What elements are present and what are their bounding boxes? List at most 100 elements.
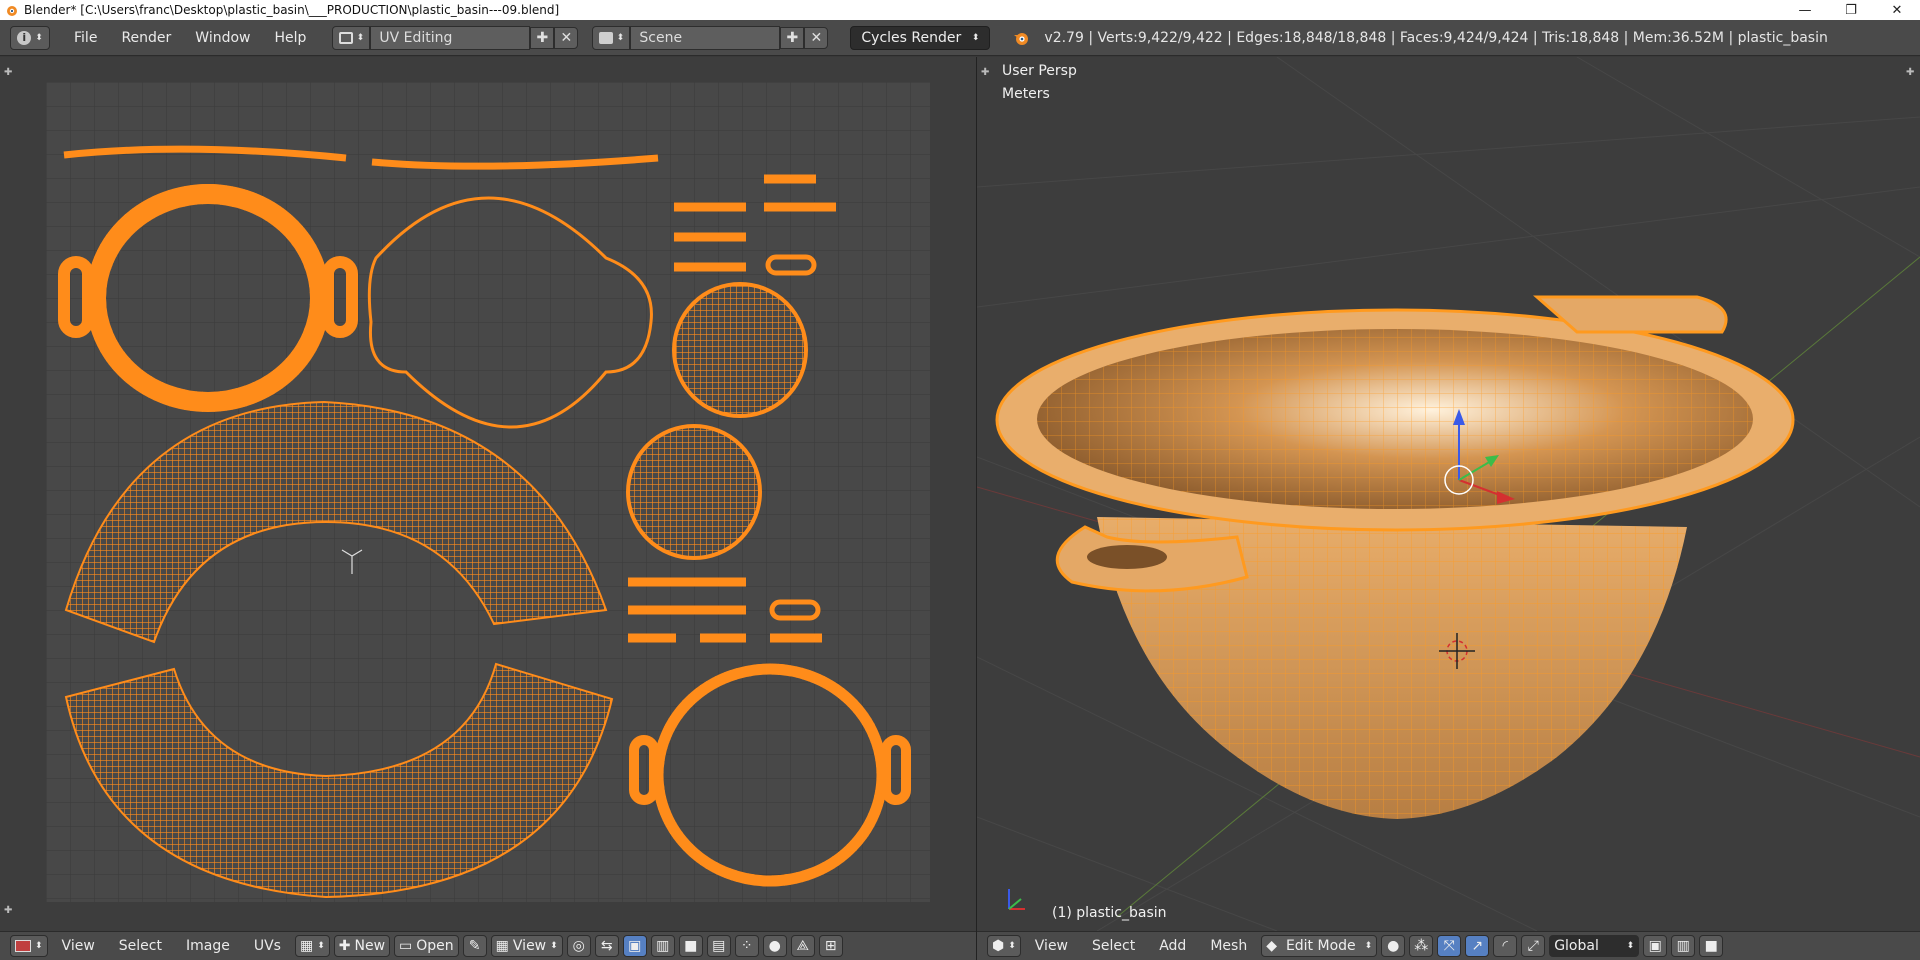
proportional-edit-icon[interactable]: ● (762, 935, 787, 957)
viewport-canvas[interactable] (977, 57, 1920, 931)
island-select-icon[interactable]: ▤ (706, 935, 731, 957)
viewport-shading-icon[interactable]: ● (1381, 935, 1406, 957)
uv-menu-select[interactable]: Select (109, 938, 172, 954)
editor-type-button[interactable]: ⬍ (10, 935, 48, 957)
area-corner-handle[interactable]: ✚ (1906, 67, 1914, 78)
3d-viewport[interactable]: User Persp Meters (1) plastic_basin ✚ ✚ (977, 57, 1920, 931)
folder-icon: ▭ (399, 938, 413, 954)
new-image-label: New (354, 938, 386, 954)
chevron-updown-icon: ⬍ (971, 32, 980, 43)
window-title: Blender* [C:\Users\franc\Desktop\plastic… (24, 3, 560, 17)
vertex-select-icon[interactable]: ▣ (1643, 935, 1668, 957)
image-icon: ▦ (299, 938, 314, 954)
scene-browse[interactable]: ⬍ (592, 25, 631, 50)
area-corner-handle[interactable]: ✚ (4, 67, 12, 78)
add-scene-icon[interactable]: ✚ (780, 26, 805, 49)
edge-select-icon[interactable]: ▥ (1671, 935, 1696, 957)
mode-label: Edit Mode (1285, 938, 1356, 954)
new-image-button[interactable]: ✚ New (333, 935, 391, 957)
scene-selector: ⬍ Scene ✚ ✕ (592, 25, 829, 50)
pivot-point-icon[interactable]: ⁂ (1409, 935, 1434, 957)
chevron-updown-icon: ⬍ (550, 941, 558, 951)
scale-icon[interactable]: ⤢ (1521, 935, 1546, 957)
remove-scene-icon[interactable]: ✕ (804, 26, 829, 49)
editor-type-button[interactable]: i ⬍ (10, 25, 50, 50)
plus-icon: ✚ (338, 938, 351, 954)
edge-select-icon[interactable]: ▥ (650, 935, 675, 957)
scene-icon (598, 31, 613, 44)
blender-logo-icon (1014, 32, 1029, 45)
image-browse-button[interactable]: ▦ ⬍ (294, 935, 330, 957)
cube-icon: ⬢ (992, 938, 1005, 954)
translate-icon[interactable]: ↗ (1465, 935, 1490, 957)
sticky-selection-icon[interactable]: ⁘ (734, 935, 759, 957)
uv-grid-canvas[interactable] (46, 82, 930, 902)
viewport-units: Meters (1002, 86, 1050, 102)
menu-help[interactable]: Help (262, 26, 318, 50)
snap-icon[interactable]: ⟁ (790, 935, 815, 957)
vertex-select-icon[interactable]: ▣ (622, 935, 647, 957)
face-select-icon[interactable]: ■ (1699, 935, 1724, 957)
info-icon: i (17, 30, 32, 45)
rotate-icon[interactable]: ◜ (1493, 935, 1518, 957)
window-titlebar: Blender* [C:\Users\franc\Desktop\plastic… (0, 0, 1920, 20)
manipulator-icon[interactable]: ⤧ (1437, 935, 1462, 957)
uv-island-sphere (672, 282, 808, 418)
screen-layout-name[interactable]: UV Editing (370, 25, 531, 50)
editor-type-button[interactable]: ⬢ ⬍ (987, 935, 1021, 957)
3d-menu-select[interactable]: Select (1082, 938, 1145, 954)
screen-layout-browse[interactable]: ⬍ (332, 25, 371, 50)
uv-editor-header: ⬍ View Select Image UVs ▦ ⬍ ✚ New ▭ Open ✎ … (0, 931, 976, 960)
scene-statistics: v2.79 | Verts:9,422/9,422 | Edges:18,848… (1044, 29, 1828, 46)
render-engine-dropdown[interactable]: Cycles Render ⬍ (850, 25, 991, 50)
edit-mode-icon: ◆ (1266, 938, 1277, 954)
sync-selection-icon[interactable]: ⇆ (594, 935, 619, 957)
viewport-view-name: User Persp (1002, 63, 1077, 79)
uv-view-label: View (512, 938, 547, 954)
pivot-icon[interactable]: ◎ (566, 935, 591, 957)
chevron-updown-icon: ⬍ (35, 32, 43, 43)
chevron-updown-icon: ⬍ (1364, 941, 1373, 951)
remove-screen-icon[interactable]: ✕ (554, 26, 579, 49)
chevron-updown-icon: ⬍ (616, 32, 625, 43)
chevron-updown-icon: ⬍ (317, 941, 325, 951)
chevron-updown-icon: ⬍ (356, 32, 365, 43)
3d-menu-mesh[interactable]: Mesh (1200, 938, 1257, 954)
close-button[interactable]: ✕ (1874, 0, 1920, 20)
maximize-button[interactable]: ❐ (1828, 0, 1874, 20)
mode-dropdown[interactable]: ◆ Edit Mode ⬍ (1261, 935, 1378, 957)
chevron-updown-icon: ⬍ (1626, 941, 1635, 951)
open-image-button[interactable]: ▭ Open (394, 935, 459, 957)
minimize-button[interactable]: — (1782, 0, 1828, 20)
blender-logo-icon (7, 6, 17, 16)
orientation-label: Global (1554, 938, 1599, 954)
chevron-updown-icon: ⬍ (35, 941, 43, 951)
image-editor-icon (15, 940, 31, 952)
scene-name[interactable]: Scene (630, 25, 781, 50)
screen-layout-selector: ⬍ UV Editing ✚ ✕ (332, 25, 579, 50)
layout-grid-icon (338, 31, 353, 44)
area-corner-handle[interactable]: ✚ (981, 67, 989, 78)
3d-menu-view[interactable]: View (1025, 938, 1078, 954)
3d-menu-add[interactable]: Add (1149, 938, 1196, 954)
pin-icon[interactable]: ✎ (462, 935, 487, 957)
menu-window[interactable]: Window (183, 26, 262, 50)
viewport-object-label: (1) plastic_basin (1052, 905, 1167, 921)
3d-view-header: ⬢ ⬍ View Select Add Mesh ◆ Edit Mode ⬍ ● ⁂ … (977, 931, 1920, 960)
snap-element-icon[interactable]: ⊞ (818, 935, 843, 957)
uv-menu-image[interactable]: Image (176, 938, 240, 954)
uv-image-editor[interactable]: ✚ ✚ (0, 57, 976, 931)
face-select-icon[interactable]: ■ (678, 935, 703, 957)
orientation-dropdown[interactable]: Global ⬍ (1549, 935, 1640, 957)
menu-file[interactable]: File (62, 26, 109, 50)
add-screen-icon[interactable]: ✚ (530, 26, 555, 49)
render-engine-label: Cycles Render (861, 29, 962, 46)
uv-view-dropdown[interactable]: ▦ View ⬍ (490, 935, 563, 957)
open-image-label: Open (416, 938, 454, 954)
menu-render[interactable]: Render (109, 26, 183, 50)
area-corner-handle[interactable]: ✚ (4, 905, 12, 916)
uv-menu-view[interactable]: View (52, 938, 105, 954)
uv-menu-uvs[interactable]: UVs (244, 938, 291, 954)
chevron-updown-icon: ⬍ (1008, 941, 1016, 951)
axis-orientation-icon (1008, 889, 1025, 910)
